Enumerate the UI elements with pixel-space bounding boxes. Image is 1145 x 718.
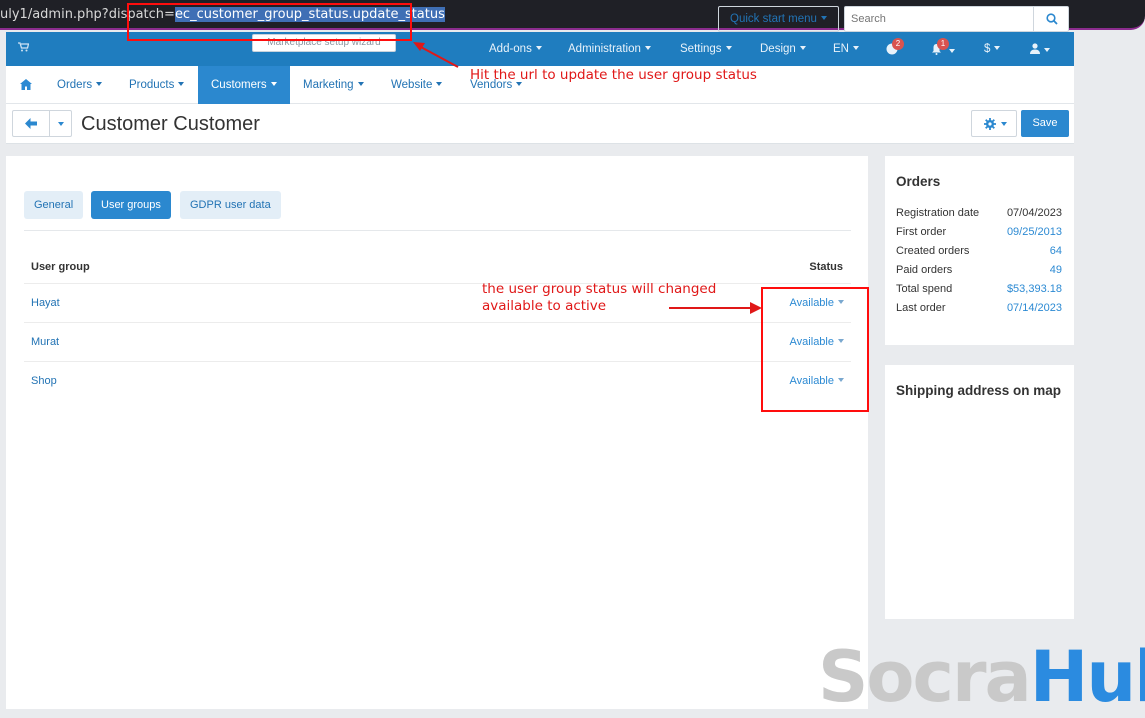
orders-panel-title: Orders <box>896 174 941 189</box>
info-row: Last order 07/14/2023 <box>896 302 1062 314</box>
status-annotation-line2: available to active <box>482 298 607 314</box>
chevron-down-icon <box>535 46 542 50</box>
info-row: Registration date 07/04/2023 <box>896 207 1062 219</box>
chevron-down-icon <box>178 82 185 86</box>
user-menu[interactable] <box>1030 43 1050 57</box>
total-spend-link[interactable]: $53,393.18 <box>1007 283 1062 295</box>
back-button[interactable] <box>12 110 72 137</box>
status-annotation-line1: the user group status will changed <box>482 281 717 297</box>
notifications-button[interactable]: 2 <box>886 38 904 58</box>
chevron-down-icon <box>1001 122 1007 126</box>
notifications-badge: 2 <box>892 38 904 50</box>
cart-icon[interactable] <box>18 42 30 55</box>
nav-addons[interactable]: Add-ons <box>489 43 542 55</box>
settings-dropdown-button[interactable] <box>971 110 1017 137</box>
paid-orders-link[interactable]: 49 <box>1050 264 1062 276</box>
chevron-down-icon <box>949 49 956 53</box>
chevron-down-icon <box>436 82 443 86</box>
chevron-down-icon <box>644 46 651 50</box>
chevron-down-icon <box>1044 48 1050 52</box>
quick-start-menu-button[interactable]: Quick start menu <box>718 6 839 32</box>
divider <box>24 230 851 231</box>
page-title: Customer Customer <box>81 113 260 135</box>
first-order-link[interactable]: 09/25/2013 <box>1007 226 1062 238</box>
tab-general[interactable]: General <box>24 191 84 219</box>
arrow-left-icon <box>25 118 37 132</box>
tab-website[interactable]: Website <box>378 66 455 104</box>
search-button[interactable] <box>1033 6 1069 32</box>
chevron-down-icon <box>270 82 277 86</box>
tab-marketing[interactable]: Marketing <box>290 66 377 104</box>
bell-badge: 1 <box>937 38 949 50</box>
info-row: Paid orders 49 <box>896 264 1062 276</box>
chevron-down-icon[interactable] <box>58 122 64 126</box>
user-icon <box>1030 43 1040 57</box>
table-row: Shop Available <box>24 361 851 400</box>
last-order-link[interactable]: 07/14/2023 <box>1007 302 1062 314</box>
user-group-link[interactable]: Murat <box>31 336 59 348</box>
chevron-down-icon <box>725 46 732 50</box>
page-header: Customer Customer Save <box>6 104 1074 144</box>
tab-orders[interactable]: Orders <box>44 66 115 104</box>
chevron-down-icon <box>96 82 103 86</box>
chevron-down-icon <box>994 46 1001 50</box>
main-content: General User groups GDPR user data User … <box>6 156 868 709</box>
socrahub-watermark: SocraHub <box>818 636 1145 718</box>
bell-button[interactable]: 1 <box>931 38 956 58</box>
user-group-link[interactable]: Shop <box>31 375 57 387</box>
divider <box>49 111 50 136</box>
tab-customers[interactable]: Customers <box>198 66 290 104</box>
url-annotation-text: Hit the url to update the user group sta… <box>470 67 757 83</box>
info-row: Created orders 64 <box>896 245 1062 257</box>
created-orders-link[interactable]: 64 <box>1050 245 1062 257</box>
gear-icon <box>984 118 996 133</box>
column-header-status: Status <box>809 261 843 273</box>
status-highlight-box <box>761 287 869 412</box>
info-row: First order 09/25/2013 <box>896 226 1062 238</box>
save-button[interactable]: Save <box>1021 110 1069 137</box>
table-row: Murat Available <box>24 322 851 361</box>
table-row: Hayat Available <box>24 283 851 322</box>
chevron-down-icon <box>820 16 827 20</box>
chevron-down-icon <box>852 46 859 50</box>
search-icon <box>1046 13 1058 28</box>
url-highlight-box <box>127 3 412 41</box>
map-panel: Shipping address on map <box>885 365 1074 619</box>
column-header-user-group: User group <box>31 261 90 273</box>
search-input[interactable] <box>844 6 1034 32</box>
nav-language[interactable]: EN <box>833 43 859 55</box>
info-row: Total spend $53,393.18 <box>896 283 1062 295</box>
nav-design[interactable]: Design <box>760 43 806 55</box>
home-icon[interactable] <box>20 79 32 93</box>
chevron-down-icon <box>799 46 806 50</box>
tab-gdpr-user-data[interactable]: GDPR user data <box>180 191 281 219</box>
map-panel-title: Shipping address on map <box>896 383 1062 398</box>
orders-panel: Orders Registration date 07/04/2023 First… <box>885 156 1074 345</box>
nav-currency[interactable]: $ <box>984 43 1001 55</box>
tab-products[interactable]: Products <box>116 66 197 104</box>
nav-administration[interactable]: Administration <box>568 43 651 55</box>
chevron-down-icon <box>357 82 364 86</box>
user-group-link[interactable]: Hayat <box>31 297 60 309</box>
nav-settings[interactable]: Settings <box>680 43 732 55</box>
tab-user-groups[interactable]: User groups <box>91 191 171 219</box>
